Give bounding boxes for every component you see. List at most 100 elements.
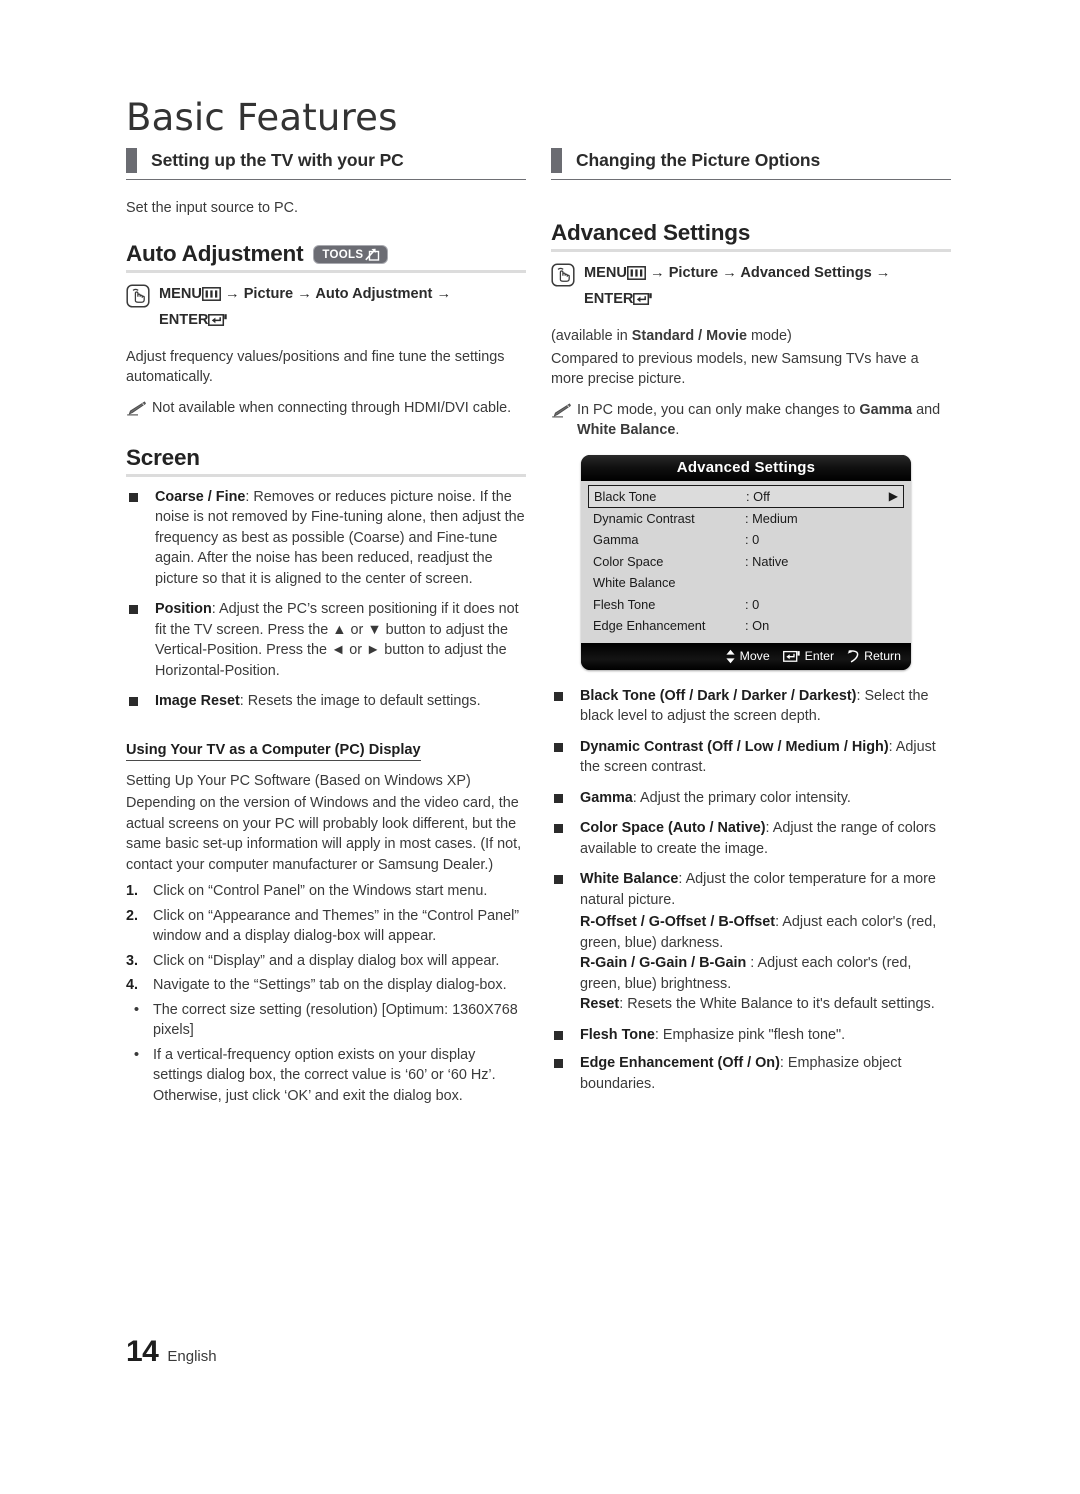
section-title: Setting up the TV with your PC [151, 150, 404, 170]
advanced-settings-description: Compared to previous models, new Samsung… [551, 350, 919, 388]
nav-menu-label: MENU [584, 265, 627, 281]
note-hdmi-dvi: Not available when connecting through HD… [126, 398, 526, 421]
osd-row-white-balance[interactable]: White Balance [588, 572, 904, 594]
page-title: Basic Features [126, 96, 398, 139]
osd-row-label: Black Tone [594, 488, 657, 504]
availability-line: (available in Standard / Movie mode) [551, 326, 951, 347]
bullet-image-reset: Image Reset: Resets the image to default… [126, 691, 526, 712]
bullet-flesh-tone: Flesh Tone: Emphasize pink "flesh tone". [551, 1025, 951, 1046]
square-bullet-icon [554, 875, 563, 884]
nav-arrow-1: → [650, 265, 665, 281]
osd-row-value: : Native [745, 553, 789, 569]
square-bullet-icon [554, 742, 563, 752]
nav-menu-label: MENU [159, 285, 202, 302]
bullet-text: Position: Adjust the PC’s screen positio… [155, 599, 526, 681]
section-accent-bar [126, 148, 137, 173]
bullet-body: : Resets the image to default settings. [239, 693, 481, 709]
osd-row-value: : Medium [745, 510, 798, 526]
osd-hint-return-label: Return [864, 649, 901, 663]
dot-item-vertical-frequency: • If a vertical-frequency option exists … [126, 1045, 526, 1107]
nav-arrow-2: → [297, 285, 312, 302]
osd-row-label: Flesh Tone [593, 596, 656, 612]
osd-hint-move: Move [725, 649, 770, 664]
bullet-color-space: Color Space (Auto / Native): Adjust the … [551, 818, 951, 859]
step-number: 2. [126, 907, 139, 924]
up-down-arrows-icon [725, 649, 736, 664]
bullet-term: Coarse / Fine [155, 488, 246, 505]
square-bullet-icon [129, 697, 138, 706]
bullet-white-balance: White Balance: Adjust the color temperat… [551, 869, 951, 910]
step-text: Click on “Control Panel” on the Windows … [153, 883, 488, 899]
right-column: Changing the Picture Options Advanced Se… [551, 148, 951, 1104]
enter-key-icon [782, 650, 801, 663]
bullet-text: Coarse / Fine: Removes or reduces pictur… [155, 487, 526, 590]
section-header-picture-options: Changing the Picture Options [551, 148, 951, 180]
availability-suffix: mode) [746, 328, 792, 344]
osd-row-label: Color Space [593, 553, 664, 569]
bullet-dynamic-contrast: Dynamic Contrast (Off / Low / Medium / H… [551, 737, 951, 778]
heading-text: Auto Adjustment [126, 240, 304, 266]
chevron-right-icon: ▶ [888, 489, 898, 503]
bullet-coarse-fine: Coarse / Fine: Removes or reduces pictur… [126, 487, 526, 590]
page-number: 14 [126, 1335, 159, 1368]
note-prefix: In PC mode, you can only make changes to [577, 401, 860, 418]
square-bullet-icon [129, 492, 138, 502]
osd-hint-return: Return [847, 649, 901, 663]
bullet-term: Gamma [580, 789, 633, 806]
osd-row-edge-enhancement[interactable]: Edge Enhancement : On [588, 615, 904, 637]
step-text: Navigate to the “Settings” tab on the di… [153, 977, 507, 993]
nav-arrow-3: → [875, 265, 891, 281]
bullet-term: Color Space (Auto / Native) [580, 820, 766, 836]
osd-row-label: White Balance [593, 575, 676, 591]
osd-row-gamma[interactable]: Gamma : 0 [588, 529, 904, 551]
step-4: 4. Navigate to the “Settings” tab on the… [126, 975, 526, 996]
bullet-term: Dynamic Contrast (Off / Low / Medium / H… [580, 738, 889, 755]
osd-row-black-tone[interactable]: Black Tone : Off ▶ [588, 484, 904, 508]
dot-item-text: The correct size setting (resolution) [O… [153, 1001, 518, 1039]
step-2: 2. Click on “Appearance and Themes” in t… [126, 906, 526, 947]
step-1: 1. Click on “Control Panel” on the Windo… [126, 881, 526, 902]
availability-modes: Standard / Movie [631, 328, 747, 344]
osd-row-value: : Off [746, 488, 770, 504]
heading-screen: Screen [126, 445, 526, 477]
step-text: Click on “Appearance and Themes” in the … [153, 907, 520, 945]
nav-enter-label: ENTER [584, 291, 634, 307]
osd-row-label: Edge Enhancement [593, 618, 706, 634]
sub-item-gains: R-Gain / G-Gain / B-Gain : Adjust each c… [580, 953, 951, 994]
manual-page: Basic Features Setting up the TV with yo… [0, 0, 1080, 1494]
hand-pointer-icon [126, 283, 150, 313]
osd-hint-enter: Enter [782, 649, 834, 663]
osd-row-color-space[interactable]: Color Space : Native [588, 551, 904, 573]
enter-key-icon [633, 291, 653, 314]
bullet-text: Edge Enhancement (Off / On): Emphasize o… [580, 1053, 951, 1094]
nav-picture-label: Picture [243, 285, 294, 302]
left-intro-text: Set the input source to PC. [126, 200, 298, 216]
osd-row-flesh-tone[interactable]: Flesh Tone : 0 [588, 594, 904, 616]
osd-row-dynamic-contrast[interactable]: Dynamic Contrast : Medium [588, 508, 904, 530]
bullet-black-tone: Black Tone (Off / Dark / Darker / Darkes… [551, 686, 951, 727]
bullet-body: : Adjust the primary color intensity. [632, 789, 851, 806]
bullet-term: Black Tone (Off / Dark / Darker / Darkes… [580, 687, 857, 704]
note-term-white-balance: White Balance [577, 422, 676, 438]
note-text: In PC mode, you can only make changes to… [577, 400, 951, 441]
heading-text-advanced: Advanced Settings [551, 220, 751, 245]
nav-arrow-1: → [225, 285, 240, 302]
pencil-note-icon [551, 403, 573, 423]
nav-path-advanced-settings: MENU → Picture → Advanced Settings → ENT… [551, 262, 951, 314]
bullet-text: Flesh Tone: Emphasize pink "flesh tone". [580, 1025, 845, 1046]
bullet-body: : Emphasize pink "flesh tone". [654, 1026, 846, 1043]
left-column: Setting up the TV with your PC Set the i… [126, 148, 526, 1110]
bullet-position: Position: Adjust the PC’s screen positio… [126, 599, 526, 681]
sub-heading-pc-display: Using Your TV as a Computer (PC) Display [126, 742, 421, 761]
note-term-gamma: Gamma [859, 401, 913, 418]
nav-picture-label: Picture [668, 265, 719, 281]
section-accent-bar [551, 148, 562, 173]
nav-path-text: MENU → Picture → Advanced Settings → ENT… [584, 262, 890, 314]
tools-badge: TOOLS [313, 245, 389, 264]
osd-row-value: : 0 [745, 596, 760, 612]
bullet-term: Flesh Tone [580, 1026, 655, 1043]
osd-row-label: Dynamic Contrast [593, 510, 695, 526]
note-pc-mode: In PC mode, you can only make changes to… [551, 400, 951, 441]
osd-row-value: : On [745, 618, 770, 634]
nav-enter-label: ENTER [159, 311, 209, 328]
